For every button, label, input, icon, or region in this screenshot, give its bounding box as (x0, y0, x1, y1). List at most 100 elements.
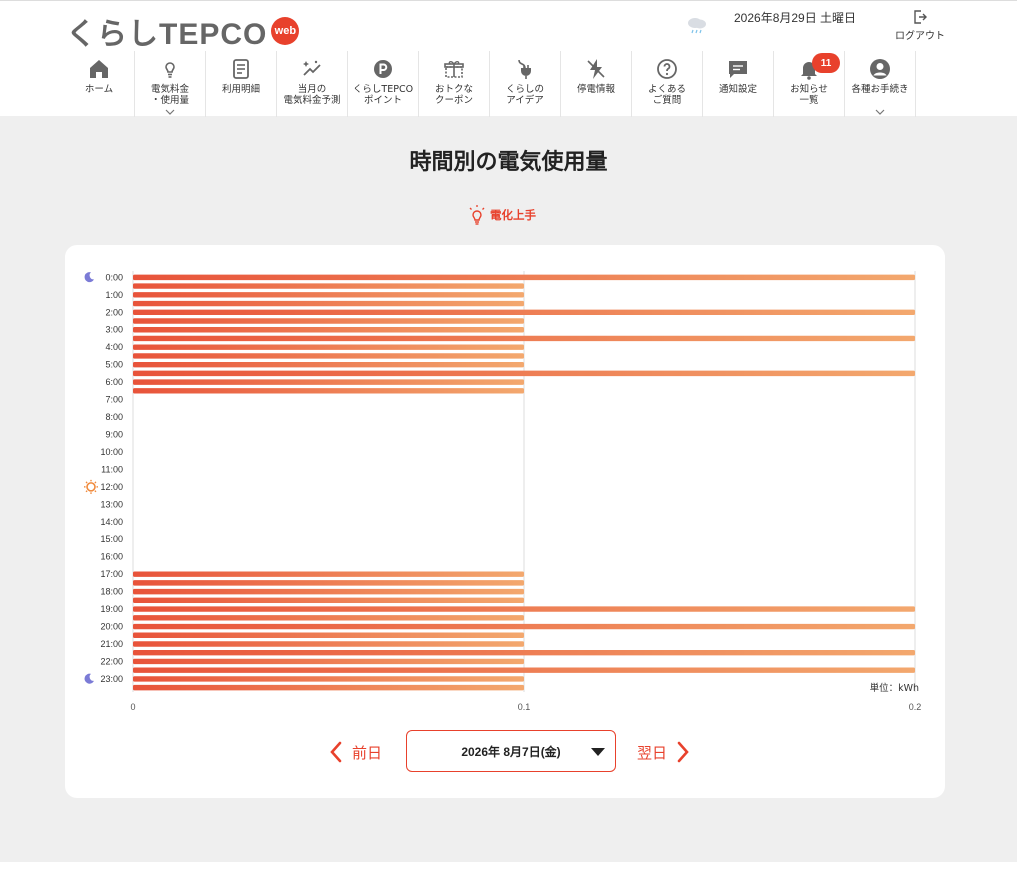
nav-item-idea[interactable]: くらしの アイデア (490, 51, 561, 117)
sun-ray (85, 490, 88, 493)
usage-bar (133, 597, 524, 604)
current-date: 2026年8月29日 土曜日 (734, 11, 857, 23)
usage-bar (133, 658, 524, 665)
usage-bar (133, 292, 524, 298)
chat-icon (729, 61, 747, 78)
nav-item-forecast[interactable]: 当月の 電気料金予測 (277, 51, 348, 117)
home-icon (90, 60, 108, 78)
notice-count-badge: 11 (812, 53, 840, 73)
usage-bar (133, 274, 915, 281)
date-pager: 前日 2026年 8月7日(金) 翌日 (0, 730, 1017, 772)
hour-label: 3:00 (105, 325, 123, 335)
nav-item-label: ホーム (84, 84, 114, 95)
next-day-button[interactable]: 翌日 (637, 740, 691, 764)
nav-item-usage[interactable]: 電気料金 ・使用量 (135, 51, 206, 117)
usage-bar (133, 623, 915, 630)
hour-label: 15:00 (100, 534, 123, 544)
hour-label: 13:00 (100, 499, 123, 509)
point-icon (374, 60, 392, 78)
hour-label: 14:00 (100, 517, 123, 527)
next-day-label: 翌日 (637, 743, 668, 762)
selected-date: 2026年 8月7日(金) (461, 744, 561, 759)
denka-link[interactable]: 電化上手 (468, 204, 536, 226)
logo[interactable]: くらしTEPCO web (66, 15, 300, 51)
usage-bar (133, 571, 524, 577)
nav-item-faq[interactable]: よくある ご質問 (632, 51, 703, 117)
hour-label: 6:00 (105, 377, 123, 387)
nav-item-outage[interactable]: 停電情報 (561, 51, 632, 117)
question-icon (657, 59, 677, 79)
hour-label: 4:00 (105, 342, 123, 352)
nav-item-label: お知らせ 一覧 (790, 84, 828, 106)
logo-text: くらしTEPCO (66, 18, 268, 51)
logout-label: ログアウト (895, 31, 945, 42)
sun-icon (86, 482, 96, 492)
document-icon (233, 59, 249, 79)
sun-ray (85, 481, 88, 484)
hour-label: 12:00 (100, 482, 123, 492)
denka-label: 電化上手 (490, 208, 536, 222)
usage-bar (133, 580, 524, 586)
nav-item-statement[interactable]: 利用明細 (206, 51, 277, 117)
usage-bar (133, 370, 915, 377)
usage-bar (133, 335, 915, 342)
nav-item-label: 利用明細 (221, 84, 260, 95)
x-tick-label: 0.2 (909, 702, 922, 712)
global-nav: ホーム 電気料金 ・使用量 利用明細 当月の 電気料金予測 くらしTEPCO ポイントお… (64, 51, 916, 117)
sun-ray (94, 490, 97, 493)
usage-bar (133, 300, 524, 307)
hour-label: 10:00 (100, 447, 123, 457)
prev-day-button[interactable]: 前日 (328, 740, 382, 764)
nav-item-label: よくある ご質問 (647, 84, 686, 106)
bulb-icon (165, 62, 175, 78)
moon-icon (84, 272, 94, 283)
sun-ray (94, 481, 97, 484)
usage-bar (133, 676, 524, 682)
footer-strip (0, 862, 1017, 870)
x-tick-label: 0 (130, 702, 135, 712)
hour-label: 21:00 (100, 639, 123, 649)
chevron-down-icon (165, 109, 175, 115)
nav-item-label: 通知設定 (718, 84, 757, 95)
usage-bar (133, 361, 524, 368)
moon-icon (84, 673, 94, 684)
cloud-rain-icon (688, 18, 706, 34)
nav-item-notices[interactable]: お知らせ 一覧 11 (774, 51, 845, 117)
usage-bar (133, 684, 524, 691)
hour-label: 17:00 (100, 569, 123, 579)
nav-item-coupon[interactable]: おトクな クーポン (419, 51, 490, 117)
nav-item-label: くらしの アイデア (505, 84, 544, 106)
user-icon (870, 59, 890, 79)
x-tick-label: 0.1 (518, 702, 531, 712)
nav-item-notify-settings[interactable]: 通知設定 (703, 51, 774, 117)
hour-label: 1:00 (105, 290, 123, 300)
nav-item-home[interactable]: ホーム (64, 51, 135, 117)
nav-item-label: おトクな クーポン (434, 84, 473, 106)
chevron-right-icon (677, 741, 689, 763)
usage-bar (133, 650, 915, 656)
logout-button[interactable]: ログアウト (894, 9, 946, 42)
usage-card: 0 0.1 0.2 0:00 1:00 2:00 3:00 4:00 5:00 6:00 7:00 8… (65, 245, 945, 798)
usage-bar (133, 309, 915, 315)
hour-label: 7:00 (105, 395, 123, 405)
nav-item-procedures[interactable]: 各種お手続き (845, 51, 916, 117)
nav-item-points[interactable]: くらしTEPCO ポイント (348, 51, 419, 117)
nav-item-label: 各種お手続き (851, 84, 909, 95)
usage-bar (133, 588, 524, 595)
chevron-down-icon (875, 109, 885, 115)
usage-bar (133, 641, 524, 647)
date-select[interactable]: 2026年 8月7日(金) (406, 730, 616, 772)
usage-bar (133, 606, 915, 612)
hour-label: 9:00 (105, 429, 123, 439)
sparkle-chart-icon (303, 60, 321, 76)
usage-bar (133, 353, 524, 359)
usage-bar (133, 632, 524, 638)
hour-label: 5:00 (105, 360, 123, 370)
nav-item-label: 当月の 電気料金予測 (283, 84, 341, 106)
chevron-left-icon (330, 741, 342, 763)
hour-label: 19:00 (100, 604, 123, 614)
hour-label: 2:00 (105, 307, 123, 317)
usage-bar (133, 327, 524, 333)
usage-bar (133, 388, 524, 394)
header: くらしTEPCO web 2026年8月29日 土曜日 ログアウト ホーム 電気料… (0, 0, 1017, 117)
